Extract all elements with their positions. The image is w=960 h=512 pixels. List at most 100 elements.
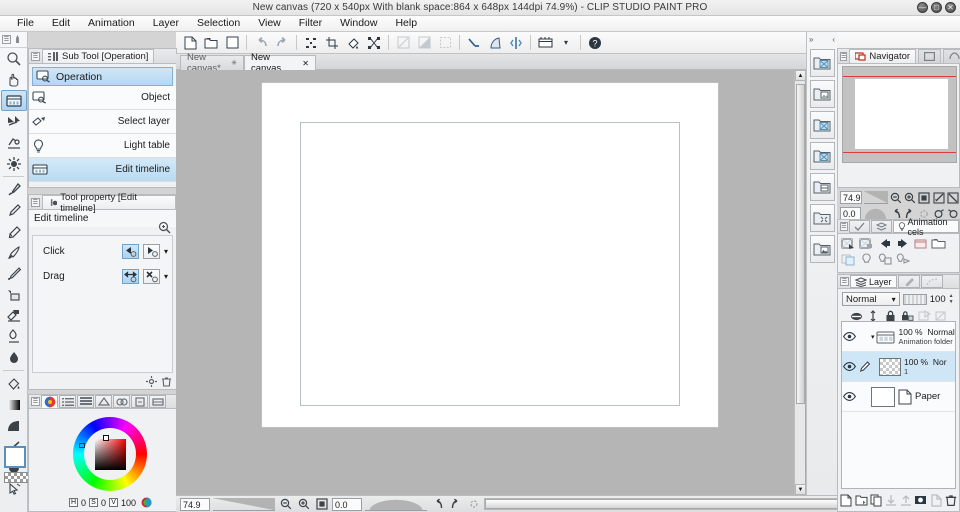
tool-detail-button[interactable] — [158, 221, 171, 234]
maximize-button[interactable]: □ — [931, 2, 942, 13]
light-table-left-icon[interactable] — [876, 252, 893, 267]
transform-icon[interactable] — [364, 33, 384, 52]
tab-subview[interactable] — [918, 49, 941, 63]
zoom-slider[interactable] — [213, 498, 275, 511]
opacity-slider[interactable] — [903, 294, 927, 305]
undo-icon[interactable] — [251, 33, 271, 52]
ruler-snap-icon[interactable] — [464, 33, 484, 52]
animation-cels-grip-icon[interactable]: ☰ — [840, 222, 848, 231]
white-thumb[interactable] — [871, 387, 895, 407]
menu-file[interactable]: File — [8, 16, 43, 31]
document-tab-close-icon[interactable]: ✕ — [302, 59, 309, 68]
zoom-value-field[interactable]: 74.9 — [180, 498, 210, 511]
move-right-icon[interactable] — [143, 244, 160, 259]
tool-property-grip-icon[interactable]: ☰ — [31, 198, 40, 207]
navigator-preview[interactable] — [842, 66, 957, 163]
rotate-left-icon[interactable] — [430, 497, 445, 511]
menu-view[interactable]: View — [249, 16, 290, 31]
zoom-out-icon[interactable] — [890, 191, 902, 205]
expand-palette-icon[interactable]: ‹ — [832, 35, 835, 44]
material-monochrome-icon[interactable] — [810, 204, 835, 232]
transparent-color-swatch[interactable] — [4, 472, 30, 483]
tab-item-bank[interactable] — [943, 49, 960, 63]
layer-name[interactable]: Paper — [915, 391, 955, 402]
menu-window[interactable]: Window — [331, 16, 386, 31]
menu-layer[interactable]: Layer — [144, 16, 188, 31]
new-animation-cel-icon[interactable] — [840, 236, 857, 251]
table-row[interactable]: Paper — [842, 382, 955, 412]
canvas-area[interactable]: ▲ ▼ — [176, 70, 806, 495]
tab-animation-cels[interactable]: Animation cels — [893, 220, 959, 233]
fill-selection-icon[interactable] — [414, 33, 434, 52]
duplicate-layer-icon[interactable] — [870, 493, 883, 508]
collapse-palette-icon[interactable]: » — [809, 35, 813, 44]
menu-edit[interactable]: Edit — [43, 16, 79, 31]
tab-layers[interactable] — [871, 220, 892, 233]
material-image-icon[interactable] — [810, 80, 835, 108]
blend-mode-select[interactable]: Normal ▾ — [842, 292, 900, 306]
color-panel-grip-icon[interactable]: ☰ — [31, 397, 40, 406]
table-row[interactable]: ▾ 100 % Normal Animation folder : 1 — [842, 322, 955, 352]
rotation-value-field[interactable]: 0.0 — [332, 498, 362, 511]
tab-layer-property[interactable] — [898, 275, 920, 288]
tab-layer[interactable]: Layer — [850, 275, 897, 288]
delete-icon[interactable] — [143, 269, 160, 284]
zoom-in-icon[interactable] — [904, 191, 916, 205]
combine-icon[interactable] — [900, 493, 913, 508]
layer-name[interactable]: Animation folder : 1 — [899, 337, 955, 346]
show-light-table-icon[interactable] — [858, 252, 875, 267]
tool-figure[interactable] — [1, 415, 27, 436]
settings-icon[interactable] — [146, 376, 157, 387]
delete-layer-icon[interactable] — [944, 493, 957, 508]
timeline-dropdown-caret[interactable]: ▾ — [556, 33, 576, 52]
palette-grip-icon[interactable]: ☰ — [2, 35, 11, 44]
checker-thumb[interactable] — [879, 358, 901, 376]
help-icon[interactable]: ? — [585, 33, 605, 52]
light-table-right-icon[interactable] — [894, 252, 911, 267]
zoom-in-icon[interactable] — [296, 497, 311, 511]
drag-options-caret[interactable]: ▾ — [164, 272, 168, 281]
reset-rotation-icon[interactable] — [466, 497, 481, 511]
tool-auto-select[interactable] — [1, 153, 27, 174]
layer-property-icon[interactable] — [929, 493, 942, 508]
deselect-icon[interactable] — [301, 33, 321, 52]
close-button[interactable]: ✕ — [945, 2, 956, 13]
tool-eraser[interactable] — [1, 305, 27, 326]
menu-filter[interactable]: Filter — [290, 16, 331, 31]
pen-edit-icon[interactable] — [857, 361, 871, 373]
document-tab-1[interactable]: New canvas* ✳ — [180, 55, 244, 70]
canvas-vertical-scrollbar[interactable]: ▲ ▼ — [794, 70, 805, 495]
select-all-icon[interactable] — [435, 33, 455, 52]
tab-sub-tool[interactable]: Sub Tool [Operation] — [42, 49, 154, 63]
tool-fill[interactable] — [1, 373, 27, 394]
tab-check[interactable] — [849, 220, 870, 233]
layer-list[interactable]: ▾ 100 % Normal Animation folder : 1 — [841, 321, 956, 489]
layer-visibility-toggle[interactable] — [842, 362, 857, 371]
color-square[interactable] — [95, 439, 126, 470]
tool-decoration[interactable] — [1, 284, 27, 305]
approximate-color-tab[interactable] — [113, 395, 130, 408]
opacity-stepper[interactable]: ▲▼ — [949, 294, 956, 305]
copy-cel-icon[interactable] — [840, 252, 857, 267]
new-icon[interactable] — [180, 33, 200, 52]
scroll-down-arrow[interactable]: ▼ — [795, 484, 806, 495]
flip-horizontal-icon[interactable] — [933, 191, 945, 205]
tool-move-layer[interactable] — [1, 111, 27, 132]
crop-icon[interactable] — [322, 33, 342, 52]
document-tab-close-icon[interactable]: ✳ — [231, 59, 237, 67]
click-options-caret[interactable]: ▾ — [164, 247, 168, 256]
tool-water-drop[interactable] — [1, 347, 27, 368]
sub-tool-item-select-layer[interactable]: Select layer — [29, 110, 176, 134]
tool-eyedropper[interactable] — [1, 179, 27, 200]
new-animation-folder-icon[interactable] — [930, 236, 947, 251]
navigator-zoom-slider[interactable] — [864, 191, 888, 204]
tool-zoom[interactable] — [1, 48, 27, 69]
fill-icon[interactable] — [343, 33, 363, 52]
layer-visibility-toggle[interactable] — [842, 392, 857, 401]
tab-navigator[interactable]: Navigator — [849, 49, 916, 63]
new-raster-layer-icon[interactable] — [840, 493, 853, 508]
zoom-out-icon[interactable] — [278, 497, 293, 511]
tool-pen[interactable] — [1, 200, 27, 221]
tool-pencil[interactable] — [1, 221, 27, 242]
color-wheel[interactable] — [73, 417, 147, 491]
